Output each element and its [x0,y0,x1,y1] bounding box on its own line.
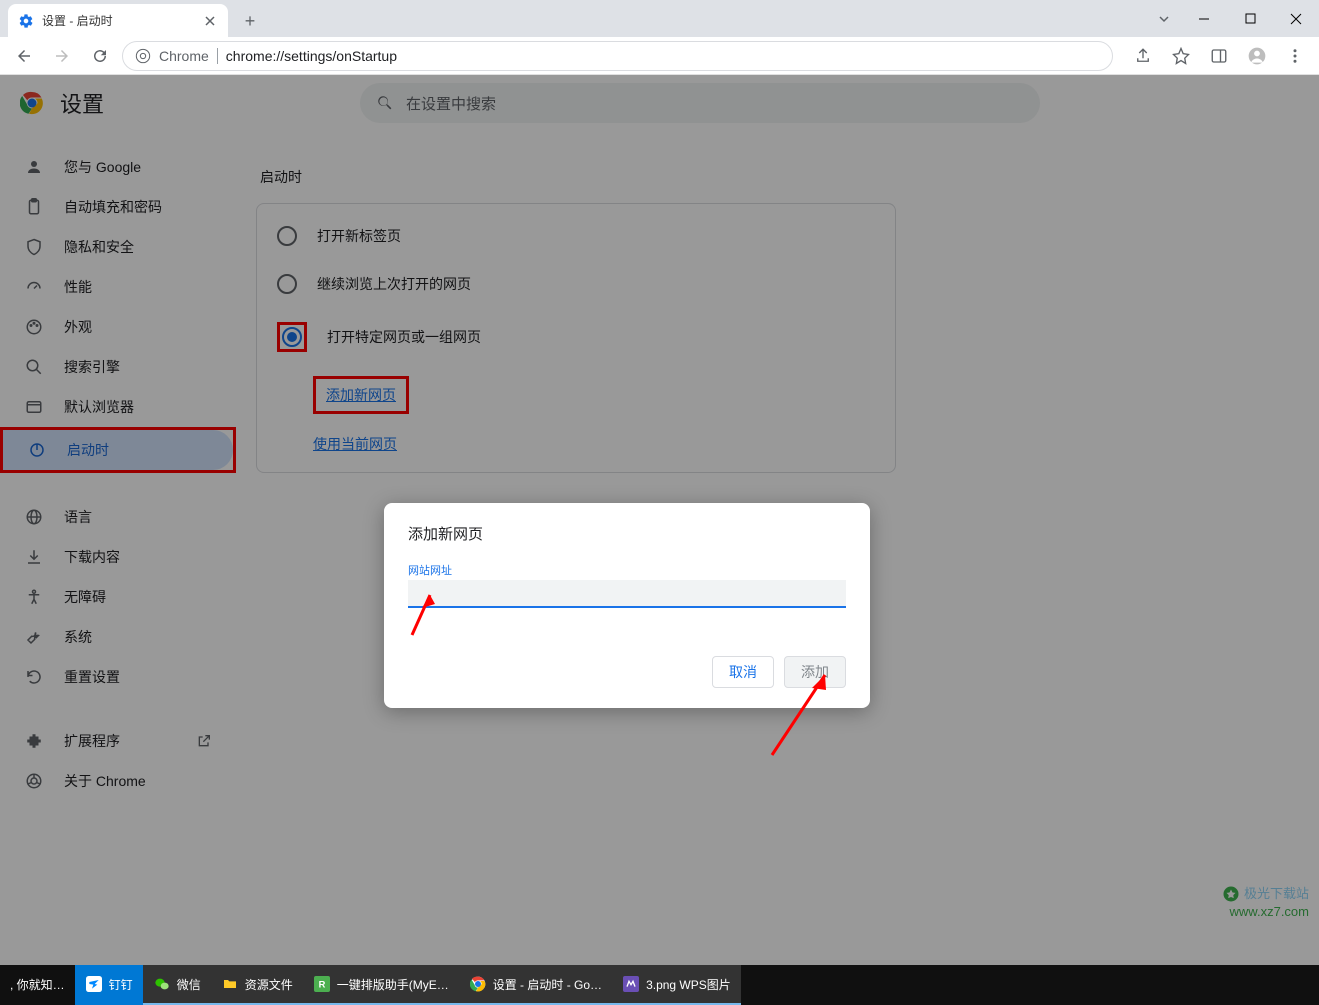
maximize-button[interactable] [1227,0,1273,37]
window-titlebar: 设置 - 启动时 + [0,0,1319,37]
browser-tab[interactable]: 设置 - 启动时 [8,4,228,37]
folder-icon [221,975,239,993]
taskbar-item-wps[interactable]: 3.png WPS图片 [612,965,741,1005]
annotation-arrow-icon [760,670,840,760]
chrome-icon [135,48,151,64]
forward-button[interactable] [46,40,78,72]
taskbar-item-wechat[interactable]: 微信 [143,965,211,1005]
close-tab-icon[interactable] [202,13,218,29]
omnibox[interactable]: Chrome chrome://settings/onStartup [122,41,1113,71]
menu-icon[interactable] [1279,40,1311,72]
address-bar: Chrome chrome://settings/onStartup [0,37,1319,75]
omnibox-origin: Chrome [159,48,209,64]
divider [217,48,218,64]
tab-search-icon[interactable] [1147,0,1181,37]
back-button[interactable] [8,40,40,72]
chrome-icon [469,975,487,993]
minimize-button[interactable] [1181,0,1227,37]
wechat-icon [153,975,171,993]
taskbar-item-dingtalk[interactable]: 钉钉 [75,965,143,1005]
taskbar-item-typeset[interactable]: R 一键排版助手(MyE… [303,965,459,1005]
wps-icon [622,975,640,993]
gear-icon [18,13,34,29]
tab-title: 设置 - 启动时 [42,12,113,29]
windows-taskbar: , 你就知… 钉钉 微信 资源文件 R 一键排版助手(MyE… 设置 - 启动时… [0,965,1319,1005]
svg-text:R: R [318,979,325,989]
profile-icon[interactable] [1241,40,1273,72]
close-window-button[interactable] [1273,0,1319,37]
share-icon[interactable] [1127,40,1159,72]
new-tab-button[interactable]: + [236,7,264,35]
app-icon: R [313,975,331,993]
annotation-arrow-icon [400,590,440,640]
taskbar-item-folder[interactable]: 资源文件 [211,965,303,1005]
omnibox-url: chrome://settings/onStartup [226,48,397,64]
dingtalk-icon [85,975,103,993]
side-panel-icon[interactable] [1203,40,1235,72]
url-input[interactable] [408,580,846,608]
taskbar-item-chrome[interactable]: 设置 - 启动时 - Go… [459,965,612,1005]
dialog-title: 添加新网页 [408,523,846,544]
window-controls [1147,0,1319,37]
url-field-label: 网站网址 [408,562,846,578]
reload-button[interactable] [84,40,116,72]
bookmark-icon[interactable] [1165,40,1197,72]
taskbar-start-text[interactable]: , 你就知… [0,965,75,1005]
